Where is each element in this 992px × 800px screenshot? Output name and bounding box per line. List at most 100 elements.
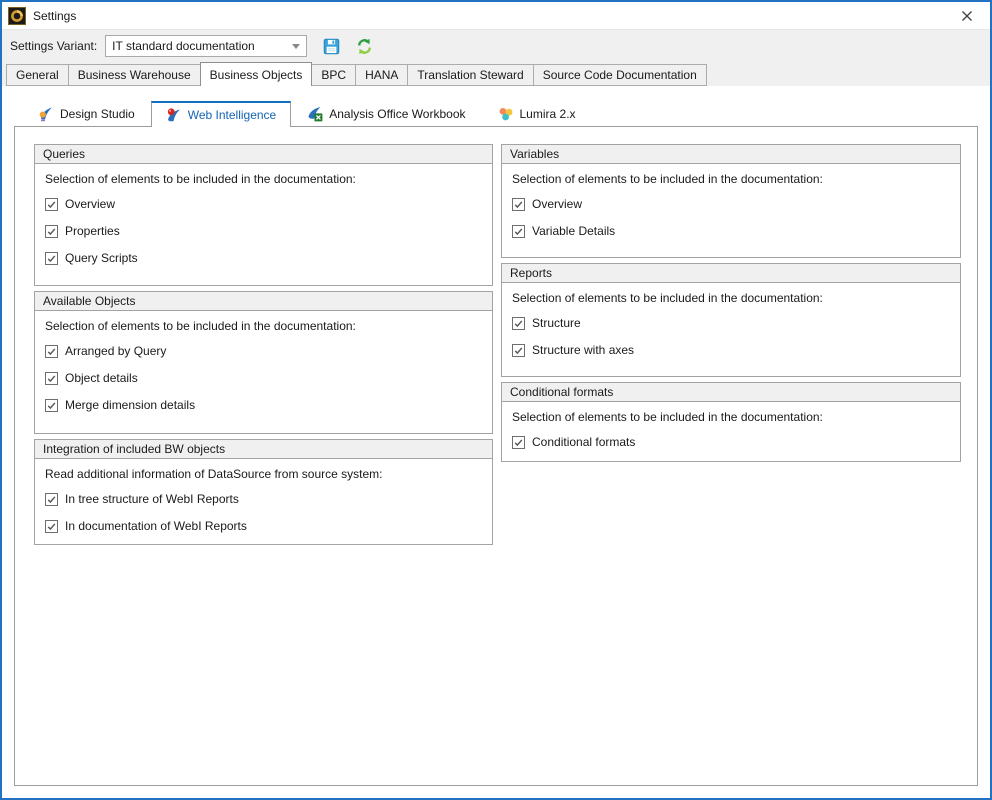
checkbox-label: Variable Details [532, 224, 615, 239]
group-reports-header: Reports [502, 264, 960, 283]
checkbox-label: Object details [65, 371, 138, 386]
group-intro: Read additional information of DataSourc… [45, 467, 482, 482]
close-button[interactable] [952, 4, 982, 28]
checkbox-checked-icon[interactable] [45, 493, 58, 506]
checkbox-checked-icon[interactable] [512, 436, 525, 449]
checkbox-row-tree-structure-webi[interactable]: In tree structure of WebI Reports [45, 492, 482, 507]
tab-label: Source Code Documentation [543, 68, 697, 82]
checkbox-row-merge-dimension-details[interactable]: Merge dimension details [45, 398, 482, 413]
checkbox-label: Structure [532, 316, 581, 331]
variant-value: IT standard documentation [112, 39, 288, 53]
settings-variant-combobox[interactable]: IT standard documentation [105, 35, 307, 57]
group-variables-header: Variables [502, 145, 960, 164]
subtab-label: Lumira 2.x [520, 107, 576, 121]
tab-label: HANA [365, 68, 398, 82]
group-conditional-formats: Conditional formats Selection of element… [501, 382, 961, 462]
web-intelligence-icon [166, 107, 182, 123]
group-intro: Selection of elements to be included in … [512, 291, 950, 306]
business-objects-page: Design Studio Web Intelligence [2, 86, 990, 798]
tab-business-objects[interactable]: Business Objects [200, 62, 313, 86]
analysis-office-workbook-icon [307, 106, 323, 122]
checkbox-checked-icon[interactable] [45, 345, 58, 358]
subtab-label: Analysis Office Workbook [329, 107, 465, 121]
chevron-down-icon[interactable] [292, 44, 300, 49]
settings-window: Settings Settings Variant: IT standard d… [0, 0, 992, 800]
group-variables: Variables Selection of elements to be in… [501, 144, 961, 258]
refresh-button[interactable] [356, 38, 373, 55]
tab-label: General [16, 68, 59, 82]
group-integration-bw-objects: Integration of included BW objects Read … [34, 439, 493, 545]
checkbox-row-variable-details[interactable]: Variable Details [512, 224, 950, 239]
main-tab-bar: General Business Warehouse Business Obje… [2, 62, 990, 86]
checkbox-row-arranged-by-query[interactable]: Arranged by Query [45, 344, 482, 359]
tab-translation-steward[interactable]: Translation Steward [407, 64, 533, 86]
group-title: Reports [510, 266, 552, 280]
group-intro: Selection of elements to be included in … [512, 172, 950, 187]
design-studio-icon [38, 106, 54, 122]
tab-hana[interactable]: HANA [355, 64, 408, 86]
checkbox-checked-icon[interactable] [45, 252, 58, 265]
checkbox-row-structure-with-axes[interactable]: Structure with axes [512, 343, 950, 358]
checkbox-row-variables-overview[interactable]: Overview [512, 197, 950, 212]
subtab-analysis-office-workbook[interactable]: Analysis Office Workbook [291, 102, 481, 126]
group-integration-header: Integration of included BW objects [35, 440, 492, 459]
group-conditional-formats-header: Conditional formats [502, 383, 960, 402]
web-intelligence-panel: Queries Selection of elements to be incl… [14, 126, 978, 786]
group-available-objects: Available Objects Selection of elements … [34, 291, 493, 434]
subtab-design-studio[interactable]: Design Studio [22, 102, 151, 126]
group-queries-header: Queries [35, 145, 492, 164]
checkbox-checked-icon[interactable] [45, 520, 58, 533]
checkbox-label: Merge dimension details [65, 398, 195, 413]
checkbox-label: Conditional formats [532, 435, 635, 450]
subtab-label: Design Studio [60, 107, 135, 121]
checkbox-row-conditional-formats[interactable]: Conditional formats [512, 435, 950, 450]
group-title: Variables [510, 147, 559, 161]
checkbox-row-structure[interactable]: Structure [512, 316, 950, 331]
checkbox-checked-icon[interactable] [45, 372, 58, 385]
group-intro: Selection of elements to be included in … [45, 319, 482, 334]
checkbox-row-overview[interactable]: Overview [45, 197, 482, 212]
checkbox-checked-icon[interactable] [512, 317, 525, 330]
save-floppy-icon [323, 38, 340, 55]
checkbox-row-properties[interactable]: Properties [45, 224, 482, 239]
subtab-lumira[interactable]: Lumira 2.x [482, 102, 592, 126]
checkbox-checked-icon[interactable] [512, 198, 525, 211]
lumira-icon [498, 106, 514, 122]
checkbox-row-object-details[interactable]: Object details [45, 371, 482, 386]
sub-tab-bar: Design Studio Web Intelligence [14, 100, 978, 126]
group-title: Integration of included BW objects [43, 442, 225, 456]
tab-label: Business Objects [210, 68, 303, 82]
refresh-arrows-icon [356, 38, 373, 55]
checkbox-checked-icon[interactable] [45, 198, 58, 211]
tab-label: Business Warehouse [78, 68, 191, 82]
group-title: Queries [43, 147, 85, 161]
group-title: Conditional formats [510, 385, 613, 399]
tab-label: Translation Steward [417, 68, 523, 82]
checkbox-label: In documentation of WebI Reports [65, 519, 247, 534]
checkbox-label: Properties [65, 224, 120, 239]
tab-source-code-documentation[interactable]: Source Code Documentation [533, 64, 707, 86]
group-reports: Reports Selection of elements to be incl… [501, 263, 961, 377]
subtab-web-intelligence[interactable]: Web Intelligence [151, 101, 292, 127]
tab-label: BPC [321, 68, 346, 82]
checkbox-label: Overview [65, 197, 115, 212]
group-intro: Selection of elements to be included in … [45, 172, 482, 187]
checkbox-checked-icon[interactable] [45, 225, 58, 238]
checkbox-label: In tree structure of WebI Reports [65, 492, 239, 507]
checkbox-checked-icon[interactable] [45, 399, 58, 412]
group-intro: Selection of elements to be included in … [512, 410, 950, 425]
checkbox-label: Overview [532, 197, 582, 212]
title-bar: Settings [2, 2, 990, 30]
tab-business-warehouse[interactable]: Business Warehouse [68, 64, 201, 86]
checkbox-row-query-scripts[interactable]: Query Scripts [45, 251, 482, 266]
tab-general[interactable]: General [6, 64, 69, 86]
app-logo-icon [8, 7, 26, 25]
tab-bpc[interactable]: BPC [311, 64, 356, 86]
checkbox-checked-icon[interactable] [512, 225, 525, 238]
window-title: Settings [33, 9, 76, 23]
checkbox-checked-icon[interactable] [512, 344, 525, 357]
right-column: Variables Selection of elements to be in… [501, 144, 961, 785]
checkbox-row-documentation-webi[interactable]: In documentation of WebI Reports [45, 519, 482, 534]
group-available-objects-header: Available Objects [35, 292, 492, 311]
save-button[interactable] [323, 38, 340, 55]
